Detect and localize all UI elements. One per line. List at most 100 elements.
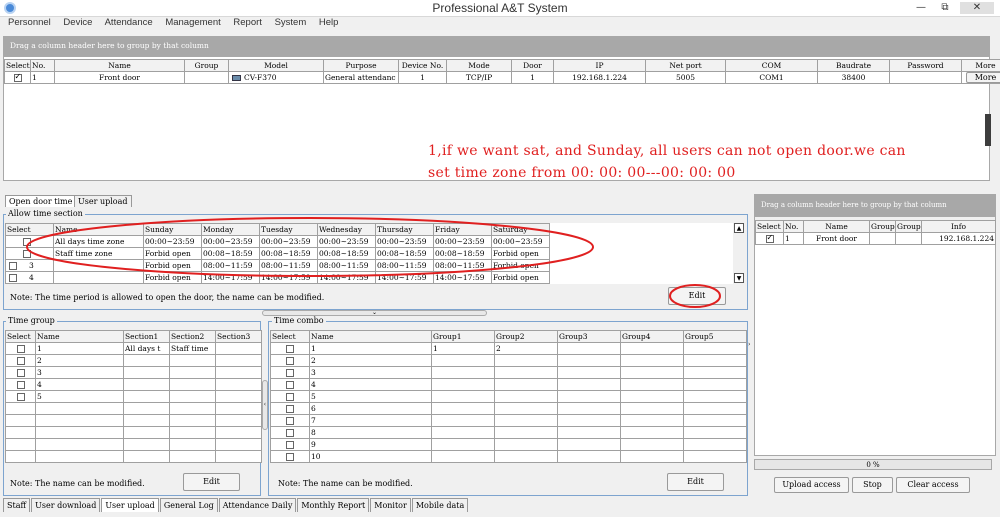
empty-cell [35,414,124,427]
row-select[interactable] [270,354,310,367]
table-row[interactable]: 4 [270,378,747,391]
col-header[interactable]: No. [783,220,804,233]
time-group-edit-button[interactable]: Edit [183,473,240,491]
row-checkbox[interactable] [765,234,774,243]
cell-name: 9 [309,438,432,451]
bottom-tab-user-upload[interactable]: User upload [101,498,159,512]
row-checkbox[interactable] [16,381,25,389]
cell-group [494,354,558,367]
table-row[interactable]: 7 [270,414,747,427]
row-checkbox[interactable] [286,429,294,437]
col-header[interactable]: Select [755,220,784,233]
bottom-tab-monthly-report[interactable]: Monthly Report [297,498,370,512]
cell-name: 3 [35,366,124,379]
table-row[interactable]: 2 [5,354,262,367]
row-select[interactable] [270,342,310,355]
row-select[interactable] [5,378,36,391]
expand-right-icon[interactable]: › [748,320,753,370]
cell-group [683,342,747,355]
bottom-tab-mobile-data[interactable]: Mobile data [411,498,469,512]
row-select[interactable] [270,402,310,415]
col-header[interactable]: Select [5,330,36,343]
table-row[interactable]: 10 [270,450,747,463]
time-group-table: Select Name Section1 Section2 Section3 1… [5,330,262,463]
table-row[interactable]: 1 Front door 192.168.1.224 [755,232,996,245]
row-select[interactable] [270,414,310,427]
row-select[interactable] [270,378,310,391]
row-checkbox[interactable] [286,393,294,401]
cell-group [620,366,684,379]
time-combo-edit-button[interactable]: Edit [667,473,724,491]
table-row[interactable]: 1 1 2 [270,342,747,355]
cell-group [620,354,684,367]
table-row[interactable]: 4 [5,378,262,391]
row-checkbox[interactable] [16,369,25,377]
row-select[interactable] [5,354,36,367]
row-checkbox[interactable] [286,453,294,461]
col-header[interactable]: Group [869,220,896,233]
row-select[interactable] [5,390,36,403]
cell-group [869,232,896,245]
col-header[interactable]: Group [895,220,922,233]
row-checkbox[interactable] [286,405,294,413]
row-checkbox[interactable] [16,345,25,353]
col-header[interactable]: Section3 [215,330,262,343]
col-header[interactable]: Select [270,330,310,343]
col-header[interactable]: Name [35,330,124,343]
table-row[interactable]: 6 [270,402,747,415]
table-row[interactable]: 3 [270,366,747,379]
table-row[interactable]: 5 [270,390,747,403]
cell-name: 4 [35,378,124,391]
col-header[interactable]: Group2 [494,330,558,343]
cell-group [683,366,747,379]
bottom-tab-attendance-daily[interactable]: Attendance Daily [218,498,297,512]
bottom-tab-general-log[interactable]: General Log [159,498,218,512]
upload-progress-bar: 0 % [754,459,992,470]
empty-cell [215,414,262,427]
clear-access-button[interactable]: Clear access [896,477,970,493]
table-row[interactable]: 1 All days t Staff time [5,342,262,355]
cell-name: 3 [309,366,432,379]
bottom-tab-user-download[interactable]: User download [31,498,101,512]
row-checkbox[interactable] [286,441,294,449]
table-row[interactable]: 2 [270,354,747,367]
row-select[interactable] [270,450,310,463]
empty-cell [5,402,36,415]
col-header[interactable]: Group1 [431,330,495,343]
time-group-header: Select Name Section1 Section2 Section3 [5,330,262,343]
table-row[interactable]: 8 [270,426,747,439]
stop-button[interactable]: Stop [852,477,893,493]
col-header[interactable]: Section2 [169,330,216,343]
bottom-tab-staff[interactable]: Staff [3,498,31,512]
row-select[interactable] [755,232,784,245]
table-row[interactable]: 5 [5,390,262,403]
time-group-note: Note: The name can be modified. [10,479,145,488]
row-checkbox[interactable] [286,369,294,377]
row-checkbox[interactable] [16,393,25,401]
col-header[interactable]: Group5 [683,330,747,343]
row-select[interactable] [270,438,310,451]
table-row[interactable]: 9 [270,438,747,451]
col-header[interactable]: Group3 [557,330,621,343]
empty-cell [169,450,216,463]
bottom-tab-monitor[interactable]: Monitor [370,498,411,512]
row-select[interactable] [270,390,310,403]
row-checkbox[interactable] [16,357,25,365]
table-row[interactable]: 3 [5,366,262,379]
row-checkbox[interactable] [286,357,294,365]
row-checkbox[interactable] [286,417,294,425]
row-select[interactable] [270,366,310,379]
empty-cell [123,450,170,463]
col-header[interactable]: Section1 [123,330,170,343]
col-header[interactable]: Group4 [620,330,684,343]
col-header[interactable]: Name [803,220,870,233]
row-select[interactable] [5,342,36,355]
col-header[interactable]: Name [309,330,432,343]
col-header[interactable]: Info [921,220,996,233]
row-select[interactable] [5,366,36,379]
cell-section: All days t [123,342,170,355]
upload-access-button[interactable]: Upload access [774,477,849,493]
row-checkbox[interactable] [286,345,294,353]
row-checkbox[interactable] [286,381,294,389]
row-select[interactable] [270,426,310,439]
